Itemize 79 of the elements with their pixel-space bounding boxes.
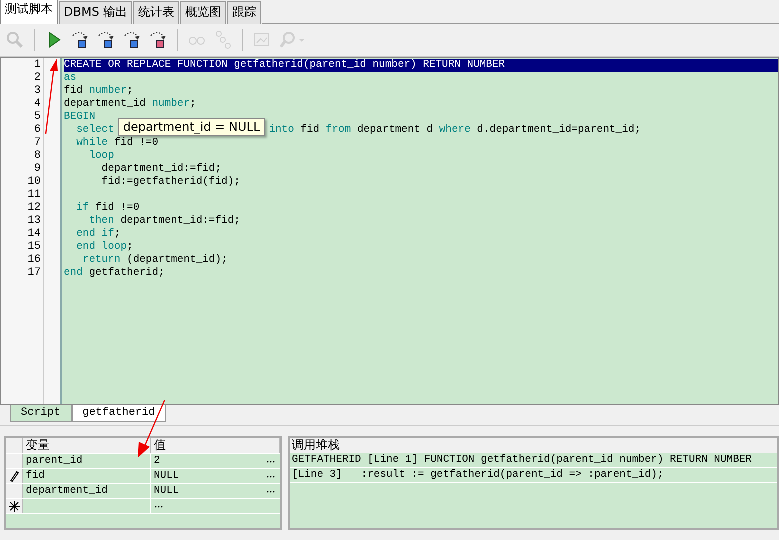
- search-icon: [278, 30, 306, 50]
- code-text: d.department_id=parent_id;: [476, 124, 642, 136]
- line-number: 4: [33, 98, 42, 111]
- code-keyword: BEGIN: [64, 111, 96, 123]
- tab[interactable]: getfatherid: [72, 405, 166, 422]
- code-text: fid !=0: [94, 202, 140, 214]
- code-text: ;: [114, 228, 121, 240]
- line-number: 5: [33, 111, 42, 124]
- line-number: 11: [26, 189, 42, 202]
- line-number: 16: [26, 254, 42, 267]
- line-number: 3: [33, 85, 42, 98]
- circles-icon: [213, 30, 233, 50]
- tab[interactable]: 测试脚本: [0, 0, 58, 24]
- code-text: department_id: [64, 98, 147, 110]
- code-text: fid: [64, 85, 84, 97]
- line-number: 1: [33, 59, 42, 72]
- code-keyword: loop: [88, 150, 114, 162]
- variable-value: 2: [154, 454, 160, 468]
- column-header: 值: [151, 438, 280, 453]
- code-text: department d: [356, 124, 434, 136]
- variable-name: fid: [26, 470, 45, 482]
- line-number: 8: [33, 150, 42, 163]
- code-keyword: where: [439, 124, 471, 136]
- line-number: 14: [26, 228, 42, 241]
- variable-value: NULL: [154, 484, 180, 498]
- tab[interactable]: Script: [10, 405, 72, 422]
- code-keyword: return: [82, 254, 121, 266]
- code-keyword: number: [89, 85, 128, 97]
- code-text: ;: [190, 98, 196, 110]
- code-keyword: then: [88, 215, 114, 227]
- code-text: department_id:=fid;: [100, 163, 222, 175]
- line-number: 6: [33, 124, 42, 137]
- line-number: 17: [26, 267, 42, 280]
- tooltip: department_id = NULL: [118, 118, 266, 136]
- code-text: getfatherid;: [88, 267, 165, 279]
- code-keyword: number: [152, 98, 190, 110]
- code-keyword: select: [76, 124, 114, 136]
- code-keyword: into: [269, 124, 294, 136]
- call-stack-entry[interactable]: GETFATHERID [Line 1] FUNCTION getfatherid(parent_id number) RETURN NUMBER: [290, 453, 777, 468]
- variable-value: NULL: [154, 469, 180, 483]
- magnifier-icon: [5, 30, 25, 50]
- code-keyword: from: [326, 124, 352, 136]
- code-text: CREATE OR REPLACE FUNCTION getfatherid(parent_id number) RETURN NUMBER: [64, 59, 506, 71]
- code-text: fid !=0: [114, 137, 159, 149]
- panel-title: 调用堆栈: [290, 438, 777, 453]
- code-text: ;: [127, 241, 134, 253]
- line-number: 9: [33, 163, 42, 176]
- tab[interactable]: 概览图: [180, 1, 226, 24]
- code-keyword: as: [64, 72, 77, 84]
- code-text: fid:=getfatherid(fid);: [100, 176, 240, 188]
- asterisk-icon: [8, 500, 20, 512]
- line-number: 13: [26, 215, 42, 228]
- variable-name: department_id: [26, 485, 108, 497]
- code-keyword: end if: [76, 228, 114, 240]
- row-header[interactable]: [6, 499, 23, 513]
- line-number: 2: [33, 72, 42, 85]
- variable-name: parent_id: [26, 455, 83, 467]
- row-header[interactable]: [6, 469, 23, 483]
- line-number: 7: [33, 137, 42, 150]
- tab[interactable]: 统计表: [133, 1, 180, 24]
- code-keyword: end loop: [76, 241, 128, 253]
- step-icon: [122, 30, 142, 50]
- code-text: fid: [300, 124, 321, 136]
- pencil-icon: [8, 470, 20, 482]
- code-text: department_id:=fid;: [120, 215, 240, 227]
- code-keyword: end: [64, 267, 83, 279]
- tab[interactable]: DBMS 输出: [59, 1, 132, 24]
- line-number: 15: [26, 241, 42, 254]
- code-keyword: if: [76, 202, 90, 214]
- code-text: ;: [127, 85, 134, 97]
- tab[interactable]: 跟踪: [227, 1, 262, 24]
- step-stop-icon: [148, 30, 168, 50]
- code-keyword: while: [76, 137, 108, 149]
- line-number: 12: [26, 202, 42, 215]
- line-number: 10: [26, 176, 42, 189]
- code-text: (department_id);: [126, 254, 228, 266]
- call-stack-entry[interactable]: [Line 3] :result := getfatherid(parent_id => :parent_id);: [290, 468, 777, 483]
- step-icon: [96, 30, 116, 50]
- step-icon: [70, 30, 90, 50]
